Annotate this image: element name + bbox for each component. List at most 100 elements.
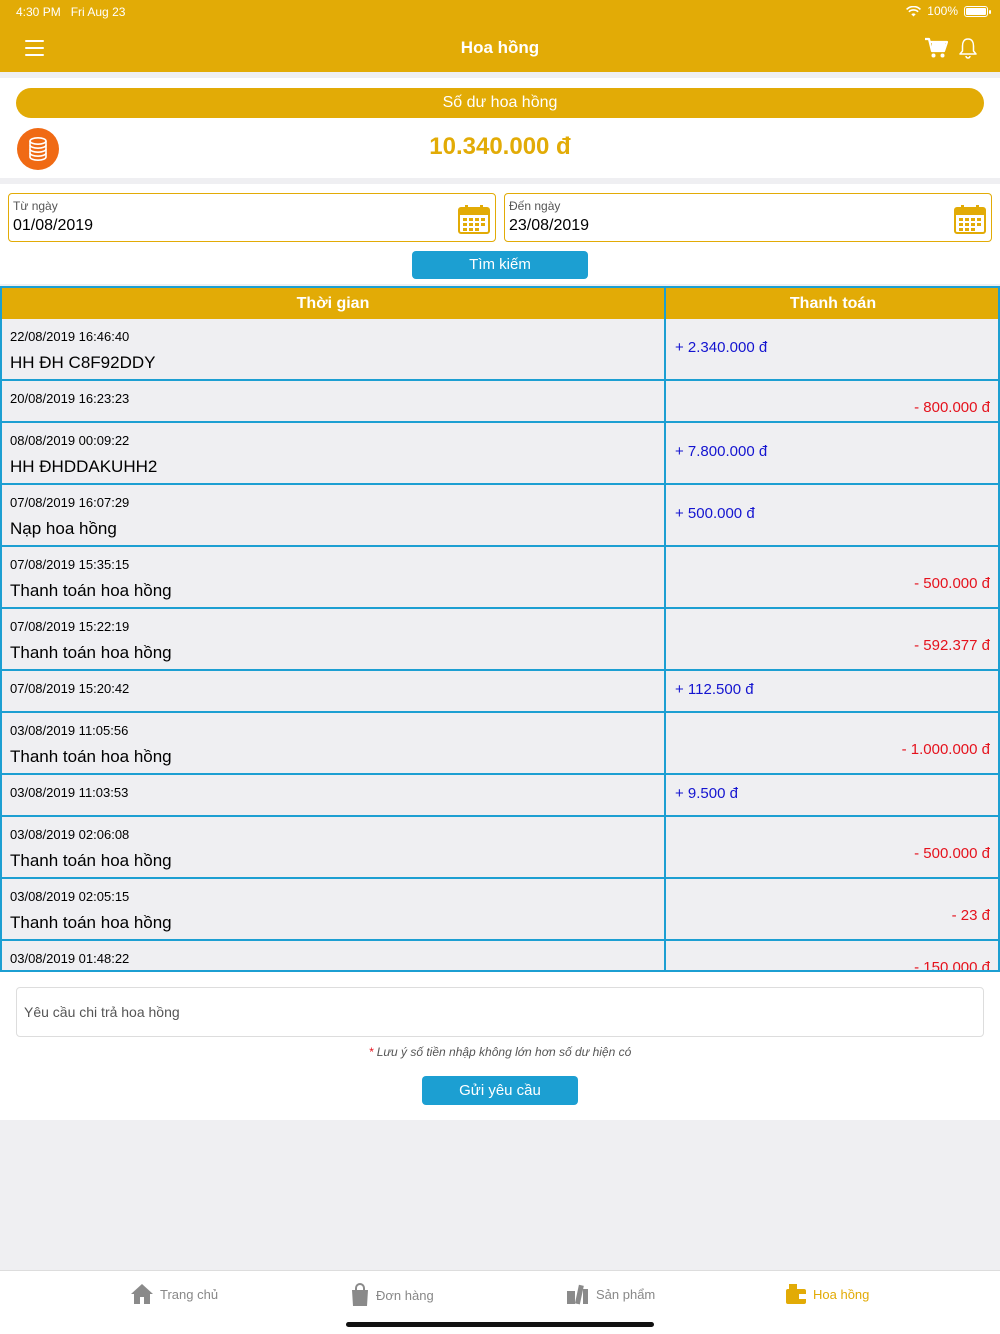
time-cell: 07/08/2019 16:07:29 Nạp hoa hồng: [2, 485, 666, 545]
tab-orders[interactable]: Đơn hàng: [350, 1283, 434, 1307]
table-row: 20/08/2019 16:23:23 - 800.000 đ: [2, 381, 998, 423]
transaction-datetime: 03/08/2019 02:05:15: [10, 889, 130, 904]
table-row: 07/08/2019 15:35:15 Thanh toán hoa hồng - …: [2, 547, 998, 609]
transaction-description: Thanh toán hoa hồng: [10, 747, 172, 766]
table-row: 07/08/2019 15:22:19 Thanh toán hoa hồng - …: [2, 609, 998, 671]
from-date-field[interactable]: Từ ngày 01/08/2019: [8, 193, 496, 242]
bell-icon[interactable]: [958, 37, 978, 59]
transaction-amount: + 9.500 đ: [675, 785, 738, 802]
table-row: 03/08/2019 11:05:56 Thanh toán hoa hồng - …: [2, 713, 998, 775]
from-date-value: 01/08/2019: [13, 217, 94, 234]
transaction-amount: + 7.800.000 đ: [675, 443, 768, 460]
transaction-description: Thanh toán hoa hồng: [10, 643, 172, 662]
transaction-amount: - 23 đ: [951, 907, 990, 924]
transaction-amount: - 500.000 đ: [914, 575, 990, 592]
time-cell: 07/08/2019 15:20:42: [2, 671, 666, 711]
battery-icon: [964, 5, 991, 17]
cart-icon[interactable]: [924, 37, 948, 59]
time-cell: 03/08/2019 11:03:53: [2, 775, 666, 815]
page-title: Hoa hồng: [460, 38, 540, 57]
transaction-description: Thanh toán hoa hồng: [10, 913, 172, 932]
transaction-datetime: 07/08/2019 16:07:29: [10, 495, 130, 510]
time-cell: 03/08/2019 11:05:56 Thanh toán hoa hồng: [2, 713, 666, 773]
transaction-description: Nạp hoa hồng: [10, 519, 117, 538]
send-request-button[interactable]: Gửi yêu cầu: [422, 1076, 578, 1105]
calendar-icon[interactable]: [458, 204, 490, 234]
tab-label: Hoa hồng: [813, 1286, 870, 1302]
transaction-datetime: 20/08/2019 16:23:23: [10, 391, 130, 406]
status-time: 4:30 PM Fri Aug 23: [16, 5, 126, 19]
home-indicator: [346, 1322, 654, 1327]
payout-request: * Lưu ý số tiền nhập không lớn hơn số dư…: [0, 972, 1000, 1120]
table-row: 07/08/2019 15:20:42 + 112.500 đ: [2, 671, 998, 713]
transaction-amount: - 800.000 đ: [914, 399, 990, 416]
header-payment: Thanh toán: [789, 295, 877, 312]
balance-amount: 10.340.000 đ: [429, 133, 571, 160]
transaction-description: HH ĐHDDAKUHH2: [10, 457, 158, 476]
table-row: 08/08/2019 00:09:22 HH ĐHDDAKUHH2 + 7.800.…: [2, 423, 998, 485]
tab-label: Sản phẩm: [596, 1286, 656, 1302]
transaction-datetime: 03/08/2019 01:48:22: [10, 951, 130, 966]
tab-home[interactable]: Trang chủ: [130, 1283, 218, 1305]
wallet-icon: [786, 1284, 806, 1304]
to-date-field[interactable]: Đến ngày 23/08/2019: [504, 193, 992, 242]
time-cell: 07/08/2019 15:22:19 Thanh toán hoa hồng: [2, 609, 666, 669]
payout-request-input[interactable]: [16, 987, 984, 1037]
transaction-amount: + 500.000 đ: [675, 505, 755, 522]
table-row: 03/08/2019 01:48:22 - 150.000 đ: [2, 941, 998, 972]
transaction-datetime: 07/08/2019 15:22:19: [10, 619, 130, 634]
transaction-datetime: 07/08/2019 15:20:42: [10, 681, 130, 696]
time-cell: 03/08/2019 02:06:08 Thanh toán hoa hồng: [2, 817, 666, 877]
transaction-amount: - 500.000 đ: [914, 845, 990, 862]
tab-products[interactable]: Sản phẩm: [566, 1283, 655, 1305]
transaction-amount: - 592.377 đ: [914, 637, 990, 654]
products-icon: [567, 1284, 588, 1305]
bag-icon: [352, 1283, 368, 1306]
time-cell: 03/08/2019 02:05:15 Thanh toán hoa hồng: [2, 879, 666, 939]
transaction-datetime: 22/08/2019 16:46:40: [10, 329, 130, 344]
status-right: 100%: [906, 4, 991, 18]
wifi-icon: [906, 5, 922, 16]
tab-label: Trang chủ: [160, 1286, 219, 1302]
tab-bar: Trang chủ Đơn hàng Sản phẩm Hoa hồng: [0, 1270, 1000, 1334]
header-time: Thời gian: [2, 288, 666, 319]
battery-percent: 100%: [927, 4, 958, 18]
table-row: 22/08/2019 16:46:40 HH ĐH C8F92DDY + 2.340…: [2, 319, 998, 381]
time-cell: 07/08/2019 15:35:15 Thanh toán hoa hồng: [2, 547, 666, 607]
tab-label: Đơn hàng: [376, 1287, 434, 1303]
transaction-amount: + 112.500 đ: [675, 681, 754, 698]
transaction-description: Thanh toán hoa hồng: [10, 851, 172, 870]
table-row: 03/08/2019 11:03:53 + 9.500 đ: [2, 775, 998, 817]
transaction-datetime: 03/08/2019 11:03:53: [10, 785, 129, 800]
transaction-datetime: 03/08/2019 02:06:08: [10, 827, 130, 842]
transaction-datetime: 08/08/2019 00:09:22: [10, 433, 130, 448]
date-filter: Từ ngày 01/08/2019 Đến ngày 23/08/2019 T…: [0, 184, 1000, 284]
transaction-amount: + 2.340.000 đ: [675, 339, 768, 356]
table-row: 03/08/2019 02:05:15 Thanh toán hoa hồng - …: [2, 879, 998, 941]
time-cell: 20/08/2019 16:23:23: [2, 381, 666, 421]
transaction-description: Thanh toán hoa hồng: [10, 581, 172, 600]
to-date-label: Đến ngày: [509, 199, 561, 213]
nav-bar: Hoa hồng: [0, 24, 1000, 72]
table-row: 03/08/2019 02:06:08 Thanh toán hoa hồng - …: [2, 817, 998, 879]
tab-commission[interactable]: Hoa hồng: [785, 1283, 869, 1305]
from-date-label: Từ ngày: [13, 199, 58, 213]
balance-card: Số dư hoa hồng 10.340.000 đ: [0, 78, 1000, 178]
balance-label: Số dư hoa hồng: [16, 88, 984, 118]
calendar-icon[interactable]: [954, 204, 986, 234]
table-body: 22/08/2019 16:46:40 HH ĐH C8F92DDY + 2.340…: [2, 319, 998, 972]
status-bar: 4:30 PM Fri Aug 23 100%: [0, 0, 1000, 24]
transaction-datetime: 07/08/2019 15:35:15: [10, 557, 130, 572]
to-date-value: 23/08/2019: [509, 217, 590, 234]
table-row: 07/08/2019 16:07:29 Nạp hoa hồng + 500.000…: [2, 485, 998, 547]
table-header: Thời gian Thanh toán: [2, 288, 998, 319]
search-button[interactable]: Tìm kiếm: [412, 251, 588, 279]
time-cell: 08/08/2019 00:09:22 HH ĐHDDAKUHH2: [2, 423, 666, 483]
transaction-amount: - 1.000.000 đ: [901, 741, 990, 758]
home-icon: [131, 1284, 153, 1304]
transaction-amount: - 150.000 đ: [914, 959, 990, 972]
note-text: * Lưu ý số tiền nhập không lớn hơn số dư…: [368, 1045, 632, 1059]
transaction-description: HH ĐH C8F92DDY: [10, 353, 156, 372]
transactions-table[interactable]: Thời gian Thanh toán 22/08/2019 16:46:40…: [0, 286, 1000, 972]
time-cell: 22/08/2019 16:46:40 HH ĐH C8F92DDY: [2, 319, 666, 379]
